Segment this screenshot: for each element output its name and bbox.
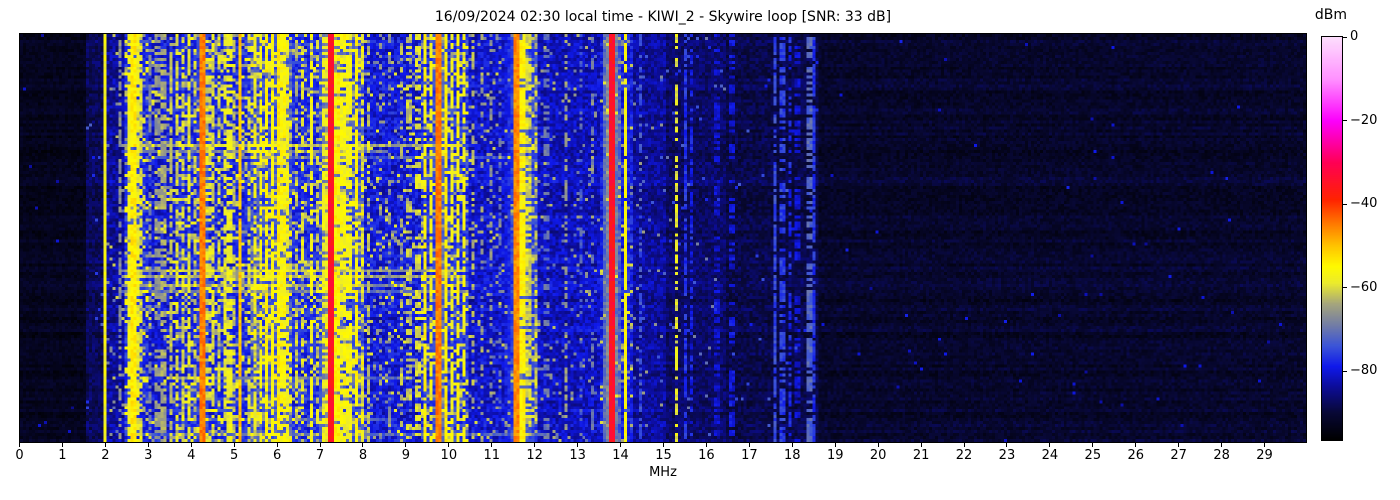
colorbar-label: dBm — [1314, 7, 1348, 23]
colorbar-tick-mark — [1343, 287, 1347, 289]
x-tick-label: 21 — [912, 448, 930, 463]
x-tick-label: 4 — [187, 448, 196, 463]
x-tick-mark — [663, 443, 664, 447]
x-tick-mark — [319, 443, 321, 447]
chart-title: 16/09/2024 02:30 local time - KIWI_2 - S… — [434, 9, 892, 25]
x-tick-mark — [834, 443, 836, 447]
x-tick-label: 23 — [998, 448, 1016, 463]
colorbar-tick-label: 0 — [1350, 29, 1359, 44]
x-tick-mark — [1049, 443, 1051, 447]
x-tick-label: 25 — [1084, 448, 1102, 463]
x-tick-mark — [705, 443, 707, 447]
x-tick-label: 28 — [1213, 448, 1230, 463]
x-tick-mark — [1092, 443, 1094, 447]
x-tick-mark — [405, 443, 407, 447]
x-tick-label: 24 — [1041, 448, 1059, 463]
x-tick-mark — [61, 443, 63, 447]
x-tick-label: 29 — [1256, 448, 1273, 463]
x-tick-label: 26 — [1127, 448, 1145, 463]
colorbar-canvas — [1322, 37, 1342, 440]
x-tick-label: 1 — [58, 448, 67, 463]
x-tick-mark — [1006, 443, 1008, 447]
x-tick-mark — [1135, 443, 1137, 447]
x-tick-mark — [748, 443, 750, 447]
x-tick-label: 13 — [569, 448, 586, 463]
colorbar — [1321, 36, 1343, 441]
x-tick-mark — [534, 443, 536, 447]
x-tick-label: 15 — [655, 448, 672, 463]
x-tick-mark — [791, 443, 793, 447]
plot-area — [19, 33, 1307, 443]
x-tick-mark — [190, 443, 192, 447]
spectrogram-figure: 16/09/2024 02:30 local time - KIWI_2 - S… — [0, 0, 1400, 500]
x-tick-mark — [448, 443, 450, 447]
x-tick-label: 19 — [826, 448, 844, 463]
x-tick-label: 5 — [230, 448, 239, 463]
x-tick-label: 9 — [401, 448, 411, 463]
x-tick-mark — [963, 443, 965, 447]
x-tick-mark — [1264, 443, 1266, 447]
x-tick-label: 22 — [955, 448, 973, 463]
x-tick-mark — [233, 443, 235, 447]
x-tick-label: 11 — [483, 448, 501, 463]
x-tick-mark — [19, 443, 20, 447]
colorbar-tick-label: −40 — [1350, 196, 1378, 212]
x-tick-label: 18 — [784, 448, 801, 463]
x-tick-label: 20 — [869, 448, 887, 463]
colorbar-tick-mark — [1343, 203, 1347, 205]
x-tick-mark — [577, 443, 579, 447]
colorbar-tick-label: −20 — [1350, 112, 1378, 128]
x-tick-label: 16 — [698, 448, 715, 463]
x-tick-label: 0 — [15, 448, 24, 463]
x-tick-mark — [920, 443, 922, 447]
x-tick-label: 3 — [144, 448, 153, 463]
colorbar-tick-mark — [1343, 120, 1347, 122]
x-tick-mark — [1221, 443, 1223, 447]
x-axis-label: MHz — [649, 465, 677, 480]
x-tick-label: 27 — [1170, 448, 1187, 463]
x-tick-mark — [362, 443, 364, 447]
x-tick-label: 2 — [101, 448, 110, 463]
x-tick-label: 6 — [272, 448, 282, 463]
x-tick-mark — [104, 443, 106, 447]
colorbar-tick-label: −60 — [1350, 279, 1378, 295]
colorbar-tick-label: −80 — [1350, 363, 1378, 379]
x-tick-label: 17 — [741, 448, 758, 463]
x-tick-label: 8 — [358, 448, 368, 463]
colorbar-tick-mark — [1343, 36, 1347, 38]
x-tick-label: 7 — [315, 448, 325, 463]
x-tick-label: 14 — [612, 448, 629, 463]
colorbar-tick-mark — [1343, 370, 1347, 372]
x-tick-mark — [877, 443, 879, 447]
x-tick-label: 10 — [440, 448, 458, 463]
x-tick-mark — [620, 443, 622, 447]
spectrogram-canvas — [20, 34, 1306, 442]
x-tick-mark — [276, 443, 278, 447]
x-tick-label: 12 — [526, 448, 543, 463]
x-tick-mark — [491, 443, 493, 447]
x-tick-mark — [1178, 443, 1180, 447]
x-tick-mark — [147, 443, 149, 447]
